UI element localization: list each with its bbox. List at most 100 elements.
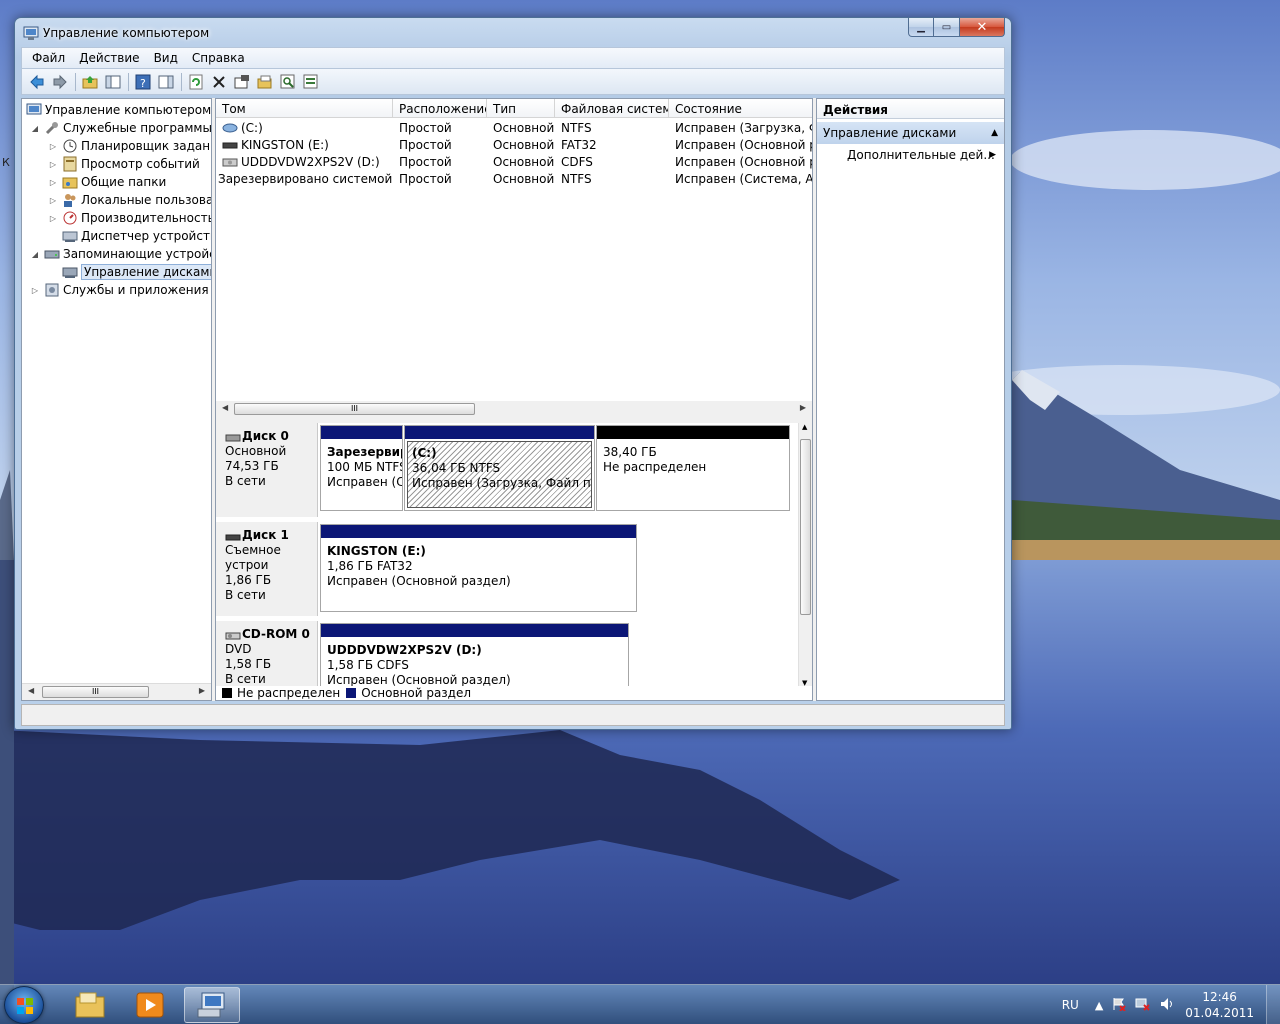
menu-file[interactable]: Файл	[32, 51, 65, 65]
window-title: Управление компьютером	[43, 26, 210, 40]
expander-icon[interactable]: ▷	[48, 142, 58, 151]
expander-icon[interactable]: ◢	[30, 250, 40, 259]
expander-icon[interactable]: ▷	[48, 214, 58, 223]
expander-icon[interactable]: ▷	[30, 286, 40, 295]
actions-section-disk-management[interactable]: Управление дисками ▲	[817, 122, 1004, 144]
cdrom-0-info[interactable]: CD-ROM 0 DVD 1,58 ГБ В сети	[216, 621, 318, 693]
action-center-flag-icon[interactable]	[1112, 997, 1126, 1014]
title-bar[interactable]: Управление компьютером ▁ ▭ ✕	[15, 18, 1011, 48]
expander-icon[interactable]: ▷	[48, 196, 58, 205]
cd-drive-icon	[225, 630, 241, 640]
volume-row[interactable]: Зарезервировано системой Простой Основно…	[216, 170, 812, 187]
tree-item-performance[interactable]: ▷ Производительность	[48, 209, 211, 227]
disk-view-vertical-scrollbar[interactable]: ▲ ▼	[798, 423, 812, 687]
expander-icon[interactable]: ◢	[30, 124, 40, 133]
partition-c[interactable]: (C:) 36,04 ГБ NTFS Исправен (Загрузка, Ф…	[404, 425, 595, 511]
menu-view[interactable]: Вид	[154, 51, 178, 65]
scroll-left-icon[interactable]: ◀	[222, 403, 228, 412]
volume-icon[interactable]	[1160, 997, 1176, 1014]
scroll-right-icon[interactable]: ▶	[800, 403, 806, 412]
show-desktop-button[interactable]	[1266, 985, 1280, 1024]
search-icon[interactable]	[278, 72, 298, 92]
volume-layout: Простой	[399, 172, 452, 186]
computer-management-icon	[23, 25, 39, 41]
scrollbar-thumb[interactable]: III	[234, 403, 475, 415]
volume-row[interactable]: UDDDVDW2XPS2V (D:) Простой Основной CDFS…	[216, 153, 812, 170]
tree-item-disk-management[interactable]: Управление дисками	[62, 263, 211, 281]
export-icon[interactable]	[301, 72, 321, 92]
dvd-icon	[222, 156, 238, 168]
minimize-button[interactable]: ▁	[908, 18, 934, 37]
tree-item-shared-folders[interactable]: ▷ Общие папки	[48, 173, 166, 191]
taskbar-explorer-button[interactable]	[62, 987, 118, 1023]
disk-0-info[interactable]: Диск 0 Основной 74,53 ГБ В сети	[216, 423, 318, 517]
scroll-right-icon[interactable]: ▶	[199, 686, 205, 695]
show-hide-action-pane-icon[interactable]	[156, 72, 176, 92]
partition-unallocated[interactable]: 38,40 ГБ Не распределен	[596, 425, 790, 511]
volume-name: (C:)	[241, 121, 263, 135]
tree-item-label: Общие папки	[81, 175, 167, 189]
menu-help[interactable]: Справка	[192, 51, 245, 65]
tree-horizontal-scrollbar[interactable]: ◀ III ▶	[22, 683, 211, 700]
open-icon[interactable]	[255, 72, 275, 92]
properties-icon[interactable]	[232, 72, 252, 92]
services-icon	[44, 282, 60, 298]
volume-name: Зарезервировано системой	[218, 172, 393, 186]
column-header-type[interactable]: Тип	[487, 99, 555, 117]
disk-type: Основной	[225, 444, 287, 458]
tree-item-event-viewer[interactable]: ▷ Просмотр событий	[48, 155, 200, 173]
partition-reserved[interactable]: Зарезервир 100 МБ NTFS Исправен (С	[320, 425, 403, 511]
volume-row[interactable]: (C:) Простой Основной NTFS Исправен (Заг…	[216, 119, 812, 136]
tree-item-device-manager[interactable]: Диспетчер устройств	[62, 227, 211, 245]
column-header-layout[interactable]: Расположение	[393, 99, 487, 117]
tree-item-task-scheduler[interactable]: ▷ Планировщик заданий	[48, 137, 211, 155]
tree-item-computer-management[interactable]: Управление компьютером (л	[26, 101, 211, 119]
volume-row[interactable]: KINGSTON (E:) Простой Основной FAT32 Исп…	[216, 136, 812, 153]
start-button[interactable]	[4, 986, 44, 1024]
volume-list: Том Расположение Тип Файловая система Со…	[216, 99, 812, 404]
tree-item-system-tools[interactable]: ◢ Служебные программы	[30, 119, 211, 137]
column-header-volume[interactable]: Том	[216, 99, 393, 117]
help-icon[interactable]: ?	[133, 72, 153, 92]
scroll-left-icon[interactable]: ◀	[28, 686, 34, 695]
close-button[interactable]: ✕	[960, 18, 1005, 37]
collapse-icon[interactable]: ▲	[991, 128, 998, 138]
scrollbar-thumb[interactable]: III	[42, 686, 149, 698]
show-hide-tree-icon[interactable]	[103, 72, 123, 92]
disk-status: В сети	[225, 474, 266, 488]
expander-icon[interactable]: ▷	[48, 160, 58, 169]
forward-arrow-icon[interactable]	[50, 72, 70, 92]
tree-item-label: Запоминающие устройст	[63, 247, 212, 261]
partition-kingston[interactable]: KINGSTON (E:) 1,86 ГБ FAT32 Исправен (Ос…	[320, 524, 637, 612]
volume-list-header: Том Расположение Тип Файловая система Со…	[216, 99, 812, 118]
maximize-button[interactable]: ▭	[934, 18, 960, 37]
delete-icon[interactable]	[209, 72, 229, 92]
column-header-status[interactable]: Состояние	[669, 99, 812, 117]
taskbar-media-player-button[interactable]	[122, 987, 178, 1023]
volume-list-horizontal-scrollbar[interactable]: ◀ III ▶	[216, 401, 812, 418]
language-indicator[interactable]: RU	[1062, 998, 1079, 1012]
tree-item-local-users[interactable]: ▷ Локальные пользовате	[48, 191, 211, 209]
partition-title: (C:)	[412, 446, 437, 460]
tree-item-services-applications[interactable]: ▷ Службы и приложения	[30, 281, 209, 299]
column-header-file-system[interactable]: Файловая система	[555, 99, 669, 117]
expander-icon[interactable]: ▷	[48, 178, 58, 187]
disk-1-info[interactable]: Диск 1 Съемное устрои 1,86 ГБ В сети	[216, 522, 318, 616]
volume-status: Исправен (Основной раз	[675, 155, 812, 169]
disk-0: Диск 0 Основной 74,53 ГБ В сети Зарезерв…	[216, 423, 796, 517]
clock[interactable]: 12:46 01.04.2011	[1185, 989, 1254, 1021]
tree-item-storage[interactable]: ◢ Запоминающие устройст	[30, 245, 212, 263]
scrollbar-thumb[interactable]	[800, 439, 811, 615]
menu-action[interactable]: Действие	[79, 51, 139, 65]
scroll-up-icon[interactable]: ▲	[802, 423, 807, 431]
network-icon[interactable]	[1135, 997, 1151, 1014]
actions-section-label: Управление дисками	[823, 126, 957, 140]
partition-dvd[interactable]: UDDDVDW2XPS2V (D:) 1,58 ГБ CDFS Исправен…	[320, 623, 629, 693]
actions-pane: Действия Управление дисками ▲ Дополнител…	[816, 98, 1005, 701]
more-actions-item[interactable]: Дополнительные дей... ▶	[817, 144, 1004, 166]
refresh-icon[interactable]	[186, 72, 206, 92]
show-hidden-icons-icon[interactable]: ▲	[1095, 999, 1103, 1012]
back-arrow-icon[interactable]	[27, 72, 47, 92]
up-folder-icon[interactable]	[80, 72, 100, 92]
taskbar-computer-management-button[interactable]	[184, 987, 240, 1023]
